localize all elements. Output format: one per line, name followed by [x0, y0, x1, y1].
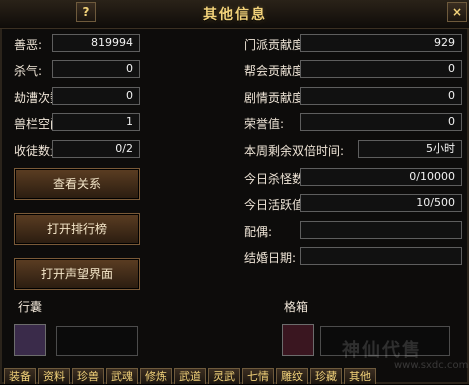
- right-field-value-5: 0/10000: [300, 168, 462, 186]
- open-reputation-button[interactable]: 打开声望界面: [14, 258, 140, 290]
- tab-soul[interactable]: 武魂: [106, 368, 138, 384]
- grid-label: 格箱: [284, 300, 309, 314]
- close-button[interactable]: ×: [447, 2, 467, 22]
- tab-pets[interactable]: 珍兽: [72, 368, 104, 384]
- tab-seven-emotions[interactable]: 七情: [242, 368, 274, 384]
- bottom-tabs: 装备 资料 珍兽 武魂 修炼 武道 灵武 七情 雕纹 珍藏 其他: [0, 368, 469, 384]
- window-title: 其他信息: [203, 7, 267, 23]
- title-bar: ? 其他信息 ×: [0, 0, 469, 29]
- right-field-value-3: 0: [300, 113, 462, 131]
- tab-spirit-weapon[interactable]: 灵武: [208, 368, 240, 384]
- right-field-label-6: 今日活跃值:: [244, 198, 309, 212]
- left-field-value-4: 0/2: [52, 140, 140, 158]
- right-field-value-2: 0: [300, 87, 462, 105]
- left-field-value-3: 1: [52, 113, 140, 131]
- left-field-value-0: 819994: [52, 34, 140, 52]
- bag-content[interactable]: [56, 326, 138, 356]
- right-field-value-4: 5小时: [358, 140, 462, 158]
- tab-profile[interactable]: 资料: [38, 368, 70, 384]
- right-field-label-7: 配偶:: [244, 225, 273, 239]
- other-info-window: ? 其他信息 × 善恶: 819994 杀气: 0 劫漕次数: 0 兽栏空间: …: [0, 0, 469, 384]
- tab-other[interactable]: 其他: [344, 368, 376, 384]
- right-field-label-3: 荣誉值:: [244, 117, 285, 131]
- right-field-label-4: 本周剩余双倍时间:: [244, 144, 345, 158]
- left-field-label-0: 善恶:: [14, 38, 43, 52]
- bag-slot[interactable]: [14, 324, 46, 356]
- right-field-label-8: 结婚日期:: [244, 251, 297, 265]
- bag-label: 行囊: [18, 300, 43, 314]
- left-field-value-2: 0: [52, 87, 140, 105]
- tab-collection[interactable]: 珍藏: [310, 368, 342, 384]
- watermark-text: 神仙代售: [342, 340, 422, 361]
- right-field-value-6: 10/500: [300, 194, 462, 212]
- view-relations-button[interactable]: 查看关系: [14, 168, 140, 200]
- left-field-value-1: 0: [52, 60, 140, 78]
- right-field-value-7: [300, 221, 462, 239]
- right-field-value-0: 929: [300, 34, 462, 52]
- open-ranking-button[interactable]: 打开排行榜: [14, 213, 140, 245]
- tab-equipment[interactable]: 装备: [4, 368, 36, 384]
- right-field-value-1: 0: [300, 60, 462, 78]
- right-field-value-8: [300, 247, 462, 265]
- right-field-label-0: 门派贡献度:: [244, 38, 309, 52]
- right-field-label-2: 剧情贡献度:: [244, 91, 309, 105]
- grid-slot[interactable]: [282, 324, 314, 356]
- help-button[interactable]: ?: [76, 2, 96, 22]
- tab-carving[interactable]: 雕纹: [276, 368, 308, 384]
- tab-martial-way[interactable]: 武道: [174, 368, 206, 384]
- left-field-label-1: 杀气:: [14, 64, 43, 78]
- tab-training[interactable]: 修炼: [140, 368, 172, 384]
- right-field-label-5: 今日杀怪数:: [244, 172, 309, 186]
- right-field-label-1: 帮会贡献度:: [244, 64, 309, 78]
